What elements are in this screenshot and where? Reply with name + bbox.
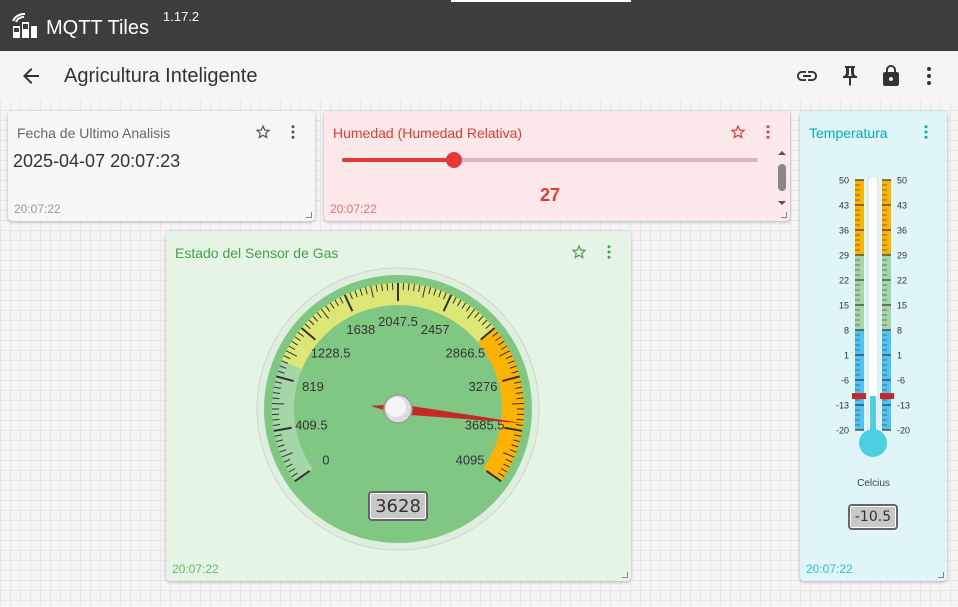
tile-sensor-gas[interactable]: Estado del Sensor de Gas 0 409.5 819 1228.5… [166,231,631,581]
gauge-label: 3276 [469,379,498,394]
gauge-hub-highlight [386,397,406,417]
thermo-label-left: 8 [844,326,849,336]
mqtt-tiles-logo-icon [11,12,39,45]
pin-icon[interactable] [838,64,862,88]
thermo-label-left: 36 [839,226,849,236]
resize-handle[interactable] [781,212,787,218]
tile-timestamp: 20:07:22 [172,562,219,576]
gauge-label: 2866.5 [446,345,486,360]
thermo-label-right: -20 [897,426,910,436]
right-scale-high [882,180,891,255]
gauge-tick [516,397,524,400]
tile-fecha-ultimo-analisis[interactable]: Fecha de Ultimo Analisis 2025-04-07 20:0… [8,111,315,221]
thermo-label-left: -13 [836,401,849,411]
more-vert-icon[interactable] [600,243,618,261]
gauge-label: 819 [302,379,324,394]
tile-timestamp: 20:07:22 [14,202,61,216]
tile-title: Temperatura [809,125,888,141]
tab-indicator [451,0,631,2]
thermo-label-left: 50 [839,176,849,186]
page-title: Agricultura Inteligente [64,65,258,87]
app-bar: MQTT Tiles 1.17.2 [0,0,958,51]
thermo-label-left: -6 [841,376,849,386]
tile-title: Fecha de Ultimo Analisis [17,125,171,141]
temperature-value-display: -10.5 [848,504,898,530]
gauge-tick [272,403,285,405]
thermo-label-left: 1 [844,351,849,361]
thermo-bulb [859,429,887,457]
resize-handle[interactable] [622,572,628,578]
humidity-value: 27 [539,185,561,205]
resize-handle[interactable] [306,212,312,218]
value-marker-right [880,393,894,400]
back-arrow-icon[interactable] [18,64,44,88]
thermo-tube [867,175,879,433]
star-icon[interactable] [570,243,588,261]
right-scale-mid [882,255,891,330]
tile-humedad[interactable]: Humedad (Humedad Relativa) 27 20:07:22 [324,111,790,221]
tile-timestamp: 20:07:22 [330,202,377,216]
tile-timestamp: 20:07:22 [806,562,853,576]
temperature-thermometer: 50 50 43 43 36 36 29 29 22 22 15 15 8 8 1 1 -6 -6 -13 -13 -2… [836,175,910,457]
thermo-label-right: 1 [897,351,902,361]
humidity-slider-thumb[interactable] [446,152,463,168]
thermo-label-left: 15 [839,301,849,311]
last-analysis-datetime: 2025-04-07 20:07:23 [13,151,181,171]
thermo-label-right: -13 [897,401,910,411]
gauge-label: 1638 [346,322,375,337]
app-name: MQTT Tiles [46,17,149,39]
gauge-label: 1228.5 [311,345,351,360]
star-icon[interactable] [729,123,747,141]
dashboard-toolbar: Agricultura Inteligente [0,51,958,101]
thermo-label-right: 36 [897,226,907,236]
thermo-label-left: 43 [839,201,849,211]
thermo-label-left: -20 [836,426,849,436]
humidity-slider-fill [342,158,455,162]
gauge-tick [511,403,524,405]
scrollbar-thumb[interactable] [778,164,786,191]
thermo-label-right: 29 [897,251,907,261]
gas-value-display: 3628 [368,491,428,521]
more-vert-icon[interactable] [917,123,935,141]
gauge-tick [272,397,280,400]
thermo-label-right: 43 [897,201,907,211]
gauge-tick [272,418,280,421]
thermo-label-right: 8 [897,326,902,336]
gauge-label: 2047.5 [378,314,418,329]
star-icon[interactable] [254,123,272,141]
thermo-label-right: 22 [897,276,907,286]
thermo-label-right: 15 [897,301,907,311]
tile-temperatura[interactable]: Temperatura 50 50 43 43 36 36 29 29 22 22 15 15 8 8 1 1… [800,111,947,581]
more-vert-icon[interactable] [917,64,941,88]
gauge-label: 0 [322,452,329,467]
resize-handle[interactable] [938,572,944,578]
gauge-tick [516,418,524,421]
tile-title: Humedad (Humedad Relativa) [333,125,523,141]
temperature-unit: Celcius [857,478,890,489]
gauge-label: 4095 [456,452,485,467]
lock-icon[interactable] [879,64,903,88]
thermo-label-left: 22 [839,276,849,286]
more-vert-icon[interactable] [284,123,302,141]
link-icon[interactable] [795,64,819,88]
thermo-label-right: -6 [897,376,905,386]
app-version: 1.17.2 [163,9,200,24]
thermo-label-right: 50 [897,176,907,186]
gauge-tick [386,283,389,291]
more-vert-icon[interactable] [759,123,777,141]
tile-title: Estado del Sensor de Gas [175,245,339,261]
gauge-label: 409.5 [295,417,328,432]
gauge-label: 2457 [421,322,450,337]
value-marker-left [852,393,866,400]
left-scale-mid [855,255,864,330]
gauge-tick [407,283,410,291]
left-scale-high [855,180,864,255]
thermo-label-left: 29 [839,251,849,261]
